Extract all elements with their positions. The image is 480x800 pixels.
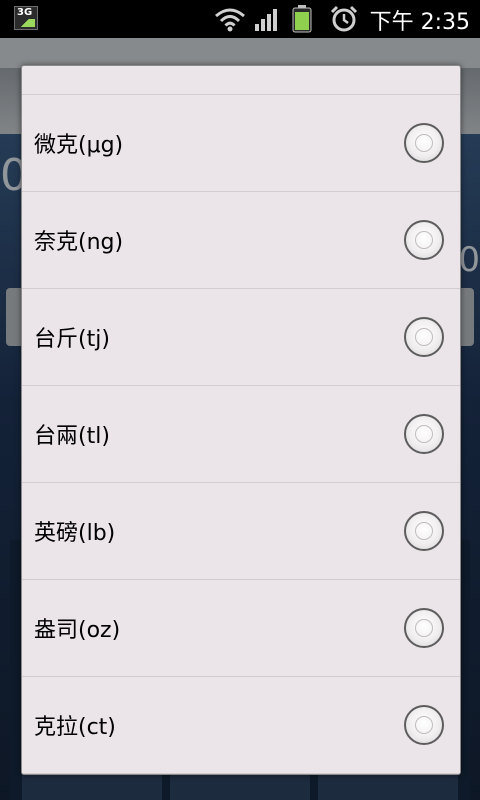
list-item-unit-pound[interactable]: 英磅(lb) [22,483,460,580]
radio-button[interactable] [404,220,444,260]
radio-button[interactable] [404,123,444,163]
unit-list[interactable]: 微克(μg) 奈克(ng) 台斤(tj) 台兩(tl) 英磅(lb) 盎司(oz [22,66,460,774]
network-type-label: 3G [17,7,33,18]
list-item-unit-microgram[interactable]: 微克(μg) [22,95,460,192]
unit-label: 微克(μg) [34,133,124,158]
radio-button[interactable] [404,705,444,745]
radio-button[interactable] [404,608,444,648]
unit-label: 奈克(ng) [34,230,124,255]
unit-label: 英磅(lb) [34,521,116,546]
wifi-icon [215,8,245,32]
radio-button[interactable] [404,414,444,454]
list-item-unit-nanogram[interactable]: 奈克(ng) [22,192,460,289]
unit-label: 克拉(ct) [34,715,116,740]
list-item-unit-carat[interactable]: 克拉(ct) [22,677,460,774]
list-item-partial[interactable] [22,66,460,95]
screen: 3G 下午 2:35 0 0 微克(μg) 奈克(ng) 台斤(tj) 台兩(t… [0,0,480,800]
battery-icon [292,5,312,33]
list-item-unit-taiwan-catty[interactable]: 台斤(tj) [22,289,460,386]
status-bar: 3G 下午 2:35 [0,0,480,38]
signal-icon [255,9,277,31]
unit-picker-dialog: 微克(μg) 奈克(ng) 台斤(tj) 台兩(tl) 英磅(lb) 盎司(oz [21,65,461,775]
list-item-unit-ounce[interactable]: 盎司(oz) [22,580,460,677]
alarm-icon [330,5,358,32]
radio-button[interactable] [404,511,444,551]
list-item-unit-taiwan-tael[interactable]: 台兩(tl) [22,386,460,483]
status-clock: 下午 2:35 [369,10,470,35]
unit-label: 台兩(tl) [34,424,110,449]
radio-button[interactable] [404,317,444,357]
network-3g-icon: 3G [14,6,38,30]
unit-label: 盎司(oz) [34,618,121,643]
unit-label: 台斤(tj) [34,327,110,352]
